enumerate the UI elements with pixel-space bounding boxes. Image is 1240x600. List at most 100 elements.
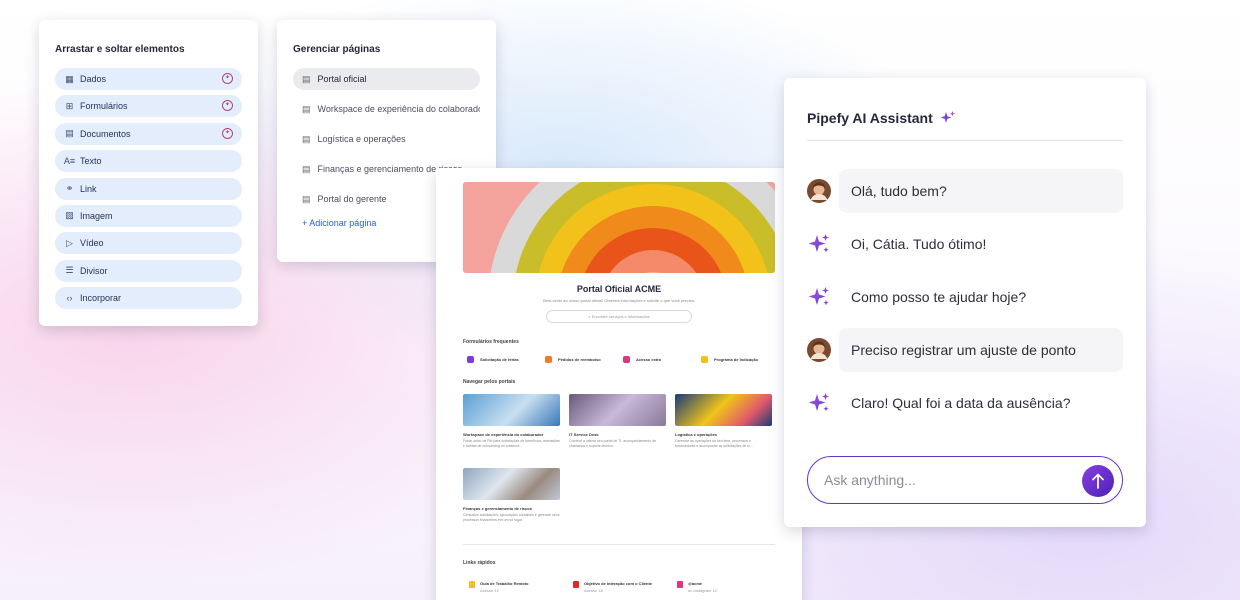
drag-item-divisor[interactable]: ☰ Divisor bbox=[55, 259, 242, 282]
user-avatar bbox=[807, 179, 831, 203]
user-message: Olá, tudo bem? bbox=[807, 169, 1123, 213]
frequent-forms: Solicitação de férias Pedidos de reembols… bbox=[463, 356, 775, 363]
page-item-label: Portal do gerente bbox=[317, 194, 387, 204]
ai-assistant-header: Pipefy AI Assistant bbox=[807, 78, 1123, 141]
text-icon: A≡ bbox=[63, 156, 76, 167]
drag-panel-title: Arrastar e soltar elementos bbox=[55, 44, 185, 55]
drag-item-label: Dados bbox=[80, 74, 107, 84]
portal-tile[interactable]: Workspace de experiência do colaborador P… bbox=[463, 394, 560, 459]
portal-banner-image bbox=[463, 182, 775, 273]
form-label: Solicitação de férias bbox=[480, 357, 519, 362]
ai-sparkle-icon bbox=[807, 391, 831, 415]
portal-tile-image bbox=[463, 468, 560, 500]
drag-item-link[interactable]: ⚭ Link bbox=[55, 177, 242, 200]
quick-link-title: Guia de Trabalho Remoto bbox=[480, 581, 529, 586]
drag-item-imagem[interactable]: ▨ Imagem bbox=[55, 204, 242, 227]
drag-item-label: Texto bbox=[80, 156, 102, 167]
portal-tile-title: Finanças e gerenciamento de riscos bbox=[463, 506, 532, 511]
drag-item-dados[interactable]: ▦ Dados ✦ bbox=[55, 68, 242, 90]
quick-link-sub: no Instagram 12 bbox=[688, 588, 717, 593]
portal-tile-image bbox=[675, 394, 772, 426]
message-text: Claro! Qual foi a data da ausência? bbox=[851, 395, 1071, 411]
form-label: Acesso extra bbox=[636, 357, 661, 362]
document-icon: ▤ bbox=[65, 128, 74, 139]
portal-preview: Portal Oficial ACME Bem-vindo ao nosso p… bbox=[436, 168, 802, 600]
drag-item-label: Divisor bbox=[80, 265, 108, 276]
divider-icon: ☰ bbox=[65, 265, 74, 276]
drag-item-label: Imagem bbox=[80, 210, 113, 221]
quick-link-text: Guia de Trabalho Remoto Acesse 12 bbox=[480, 581, 528, 593]
form-shortcut[interactable]: Solicitação de férias bbox=[463, 356, 541, 363]
form-label: Pedidos de reembolso bbox=[558, 357, 601, 362]
send-button[interactable] bbox=[1082, 465, 1114, 497]
drag-item-vídeo[interactable]: ▷ Vídeo bbox=[55, 232, 242, 255]
quick-link[interactable]: Guia de Trabalho Remoto Acesse 12 bbox=[463, 581, 567, 593]
portal-tile-image bbox=[569, 394, 666, 426]
sparkle-icon bbox=[940, 111, 955, 123]
portal-tile[interactable]: IT Service Desk Comece a utilizar seu por… bbox=[569, 394, 666, 459]
play-icon: ▷ bbox=[66, 237, 73, 248]
quick-link[interactable]: Objetivo de Interação com o Cliente Acess… bbox=[567, 581, 671, 593]
ai-sparkle-icon bbox=[807, 285, 831, 309]
page-item[interactable]: ▤ Portal oficial bbox=[293, 68, 480, 90]
page-item[interactable]: ▤ Workspace de experiência do colaborador bbox=[293, 98, 480, 120]
message-text: Olá, tudo bem? bbox=[839, 169, 1123, 213]
quick-link-sub: Acesse 18 bbox=[584, 588, 603, 593]
chat-input-box bbox=[807, 456, 1123, 504]
drag-item-documentos[interactable]: ▤ Documentos ✦ bbox=[55, 122, 242, 145]
ai-assistant-title: Pipefy AI Assistant bbox=[807, 110, 933, 126]
message-text: Preciso registrar um ajuste de ponto bbox=[839, 328, 1123, 372]
link-icon bbox=[573, 581, 579, 588]
drag-item-label: Documentos bbox=[80, 128, 131, 139]
ai-refresh-icon: ✦ bbox=[222, 127, 233, 139]
portal-tile-desc: Gerencie as operações do seu time, proce… bbox=[675, 439, 753, 448]
portal-tile-title: IT Service Desk bbox=[569, 432, 599, 437]
quick-link-sub: Acesse 12 bbox=[480, 588, 499, 593]
message-text: Como posso te ajudar hoje? bbox=[851, 289, 1027, 305]
link-icon bbox=[677, 581, 683, 588]
form-icon bbox=[623, 356, 630, 363]
drag-item-formulários[interactable]: ⊞ Formulários ✦ bbox=[55, 95, 242, 118]
code-icon: ‹› bbox=[66, 293, 73, 304]
portal-tile[interactable]: Finanças e gerenciamento de riscos Centra… bbox=[463, 468, 560, 533]
page-icon: ▤ bbox=[302, 73, 311, 84]
form-icon bbox=[545, 356, 552, 363]
chat-input[interactable] bbox=[824, 472, 1074, 488]
portal-tile[interactable]: Logística e operações Gerencie as operaçõ… bbox=[675, 394, 772, 459]
portal-search-placeholder: Encontre serviços e informações bbox=[591, 314, 650, 319]
form-icon bbox=[467, 356, 474, 363]
quick-links: Guia de Trabalho Remoto Acesse 12 Objetivo… bbox=[463, 581, 775, 593]
page-item[interactable]: ▤ Logística e operações bbox=[293, 128, 480, 150]
form-shortcut[interactable]: Programa de Indicação bbox=[697, 356, 775, 363]
page-icon: ▤ bbox=[302, 163, 311, 174]
ai-assistant-panel: Pipefy AI Assistant Olá, tudo bem? Oi, Cá… bbox=[784, 78, 1146, 527]
pages-panel-title: Gerenciar páginas bbox=[293, 44, 381, 55]
page-item-label: Portal oficial bbox=[317, 74, 367, 84]
portal-search-input[interactable]: ⌕ Encontre serviços e informações bbox=[546, 310, 692, 323]
page-item-label: Workspace de experiência do colaborador bbox=[317, 104, 480, 114]
message-text: Oi, Cátia. Tudo ótimo! bbox=[851, 236, 987, 252]
table-icon: ▦ bbox=[65, 73, 74, 84]
quick-link-title: Objetivo de Interação com o Cliente bbox=[584, 581, 653, 586]
browse-section-title: Navegar pelos portais bbox=[463, 379, 516, 385]
drag-item-incorporar[interactable]: ‹› Incorporar bbox=[55, 287, 242, 310]
form-shortcut[interactable]: Acesso extra bbox=[619, 356, 697, 363]
page-item-label: Logística e operações bbox=[317, 134, 406, 144]
ai-message: Como posso te ajudar hoje? bbox=[807, 275, 1123, 319]
portal-tile-image bbox=[463, 394, 560, 426]
portal-tile-title: Logística e operações bbox=[675, 432, 718, 437]
ai-message: Claro! Qual foi a data da ausência? bbox=[807, 381, 1123, 425]
divider bbox=[463, 544, 775, 545]
link-icon: ⚭ bbox=[65, 183, 74, 194]
form-shortcut[interactable]: Pedidos de reembolso bbox=[541, 356, 619, 363]
forms-section-title: Formulários frequentes bbox=[463, 339, 519, 345]
quick-link[interactable]: @acme no Instagram 12 bbox=[671, 581, 775, 593]
user-avatar bbox=[807, 338, 831, 362]
drag-element-list: ▦ Dados ✦ ⊞ Formulários ✦ ▤ Documentos ✦ A≡ Texto ⚭… bbox=[55, 68, 242, 310]
user-message: Preciso registrar um ajuste de ponto bbox=[807, 328, 1123, 372]
grid-icon: ⊞ bbox=[65, 100, 74, 111]
drag-item-texto[interactable]: A≡ Texto bbox=[55, 150, 242, 173]
drag-item-label: Formulários bbox=[80, 101, 128, 112]
portal-subtitle: Bem-vindo ao nosso portal oficial! Obten… bbox=[543, 298, 695, 303]
portal-title: Portal Oficial ACME bbox=[576, 284, 662, 294]
